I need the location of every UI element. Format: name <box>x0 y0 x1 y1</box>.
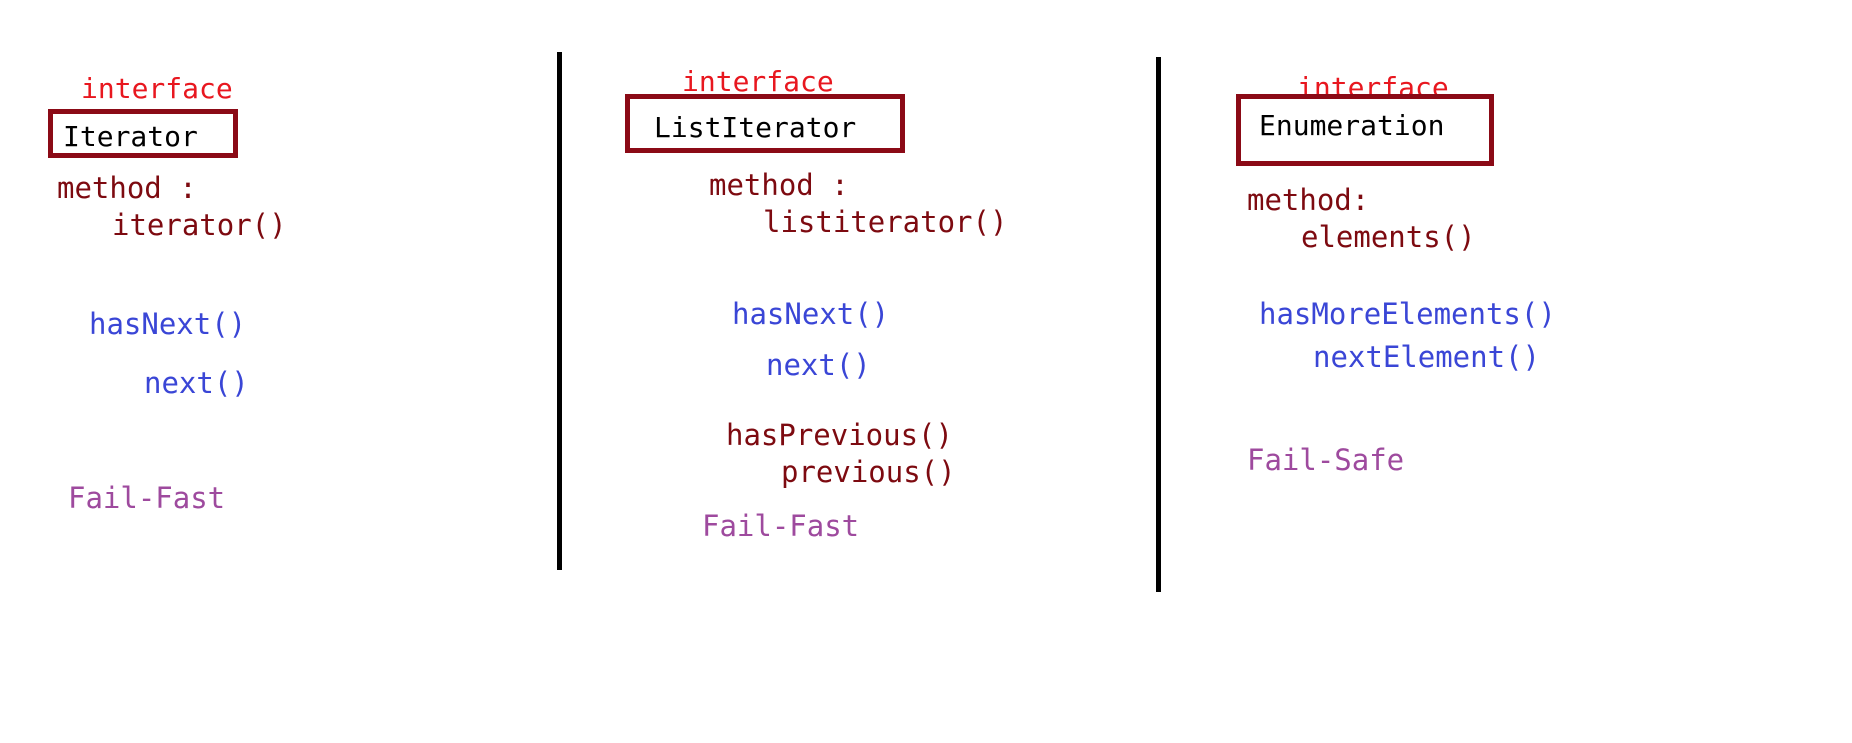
method-hasmoreelements: hasMoreElements() <box>1259 297 1556 331</box>
method-next: next() <box>144 366 249 400</box>
interface-name-box: ListIterator <box>625 94 905 153</box>
method-label: method: <box>1247 183 1370 217</box>
behavior-label: Fail-Safe <box>1247 443 1405 477</box>
method-next: next() <box>766 348 871 382</box>
method-call: listiterator() <box>763 205 1008 239</box>
interface-name-box: Iterator <box>48 109 238 158</box>
method-previous: previous() <box>781 455 956 489</box>
method-label: method : <box>709 168 849 202</box>
interface-keyword: interface <box>81 72 233 105</box>
column-divider <box>557 52 562 570</box>
interface-name: Iterator <box>63 120 198 153</box>
method-hasnext: hasNext() <box>732 297 890 331</box>
behavior-label: Fail-Fast <box>68 481 226 515</box>
method-call: elements() <box>1301 220 1476 254</box>
behavior-label: Fail-Fast <box>702 509 860 543</box>
method-call: iterator() <box>112 208 287 242</box>
interface-name: ListIterator <box>654 111 857 144</box>
method-hasprevious: hasPrevious() <box>726 418 953 452</box>
interface-name-box: Enumeration <box>1236 94 1494 166</box>
interface-keyword: interface <box>682 65 834 98</box>
method-label: method : <box>57 171 197 205</box>
interface-name: Enumeration <box>1259 109 1445 142</box>
column-divider <box>1156 57 1161 592</box>
method-nextelement: nextElement() <box>1313 340 1540 374</box>
method-hasnext: hasNext() <box>89 307 247 341</box>
